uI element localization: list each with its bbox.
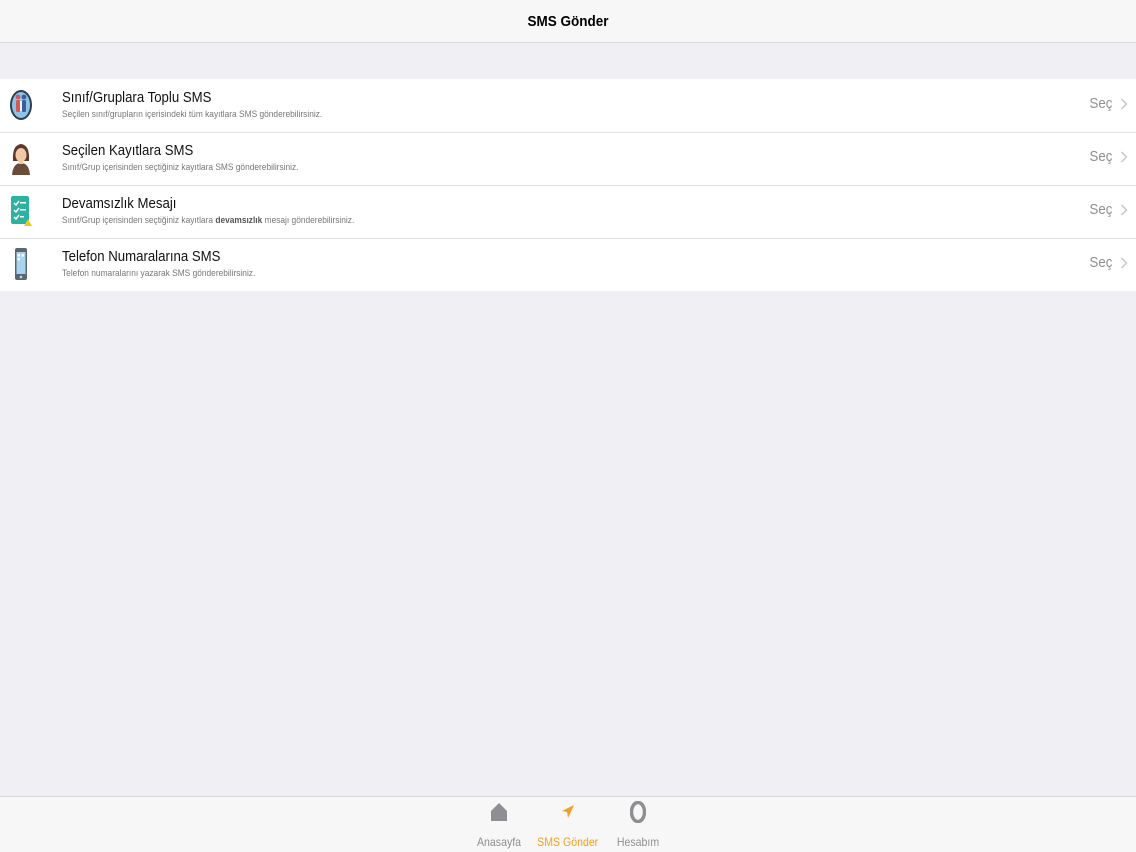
select-label: Seç — [1089, 148, 1113, 165]
home-icon — [489, 801, 509, 823]
tab-account[interactable]: Hesabım — [614, 797, 662, 852]
tab-label: SMS Gönder — [537, 835, 599, 849]
select-label: Seç — [1089, 95, 1113, 112]
list-item-group-sms[interactable]: Sınıf/Gruplara Toplu SMS Seçilen sınıf/g… — [0, 79, 1136, 132]
tab-sms-send[interactable]: SMS Gönder — [536, 797, 600, 852]
subtitle-bold-text: devamsızlık — [215, 215, 263, 226]
list-item-subtitle: Sınıf/Grup içerisinden seçtiğiniz kayıtl… — [62, 214, 902, 228]
account-icon — [628, 801, 648, 823]
chevron-right-icon — [1120, 256, 1128, 269]
subtitle-text: Sınıf/Grup içerisinden seçtiğiniz kayıtl… — [62, 215, 216, 226]
tab-bar: Anasayfa SMS Gönder Hesabım — [0, 796, 1136, 852]
tab-home[interactable]: Anasayfa — [474, 797, 524, 852]
navigation-bar: SMS Gönder — [0, 0, 1136, 43]
checklist-icon — [8, 194, 34, 228]
list-item-title: Seçilen Kayıtlara SMS — [62, 142, 194, 159]
list-item-phone-numbers-sms[interactable]: Telefon Numaralarına SMS Telefon numaral… — [0, 238, 1136, 291]
list-item-title: Devamsızlık Mesajı — [62, 195, 177, 212]
group-people-icon — [8, 88, 34, 122]
select-label: Seç — [1089, 201, 1113, 218]
select-label: Seç — [1089, 254, 1113, 271]
chevron-right-icon — [1120, 203, 1128, 216]
list-item-title: Sınıf/Gruplara Toplu SMS — [62, 89, 212, 106]
sms-options-list: Sınıf/Gruplara Toplu SMS Seçilen sınıf/g… — [0, 79, 1136, 291]
subtitle-text: mesajı gönderebilirsiniz. — [262, 215, 355, 226]
list-item-title: Telefon Numaralarına SMS — [62, 248, 221, 265]
list-item-selected-records-sms[interactable]: Seçilen Kayıtlara SMS Sınıf/Grup içerisi… — [0, 132, 1136, 185]
person-avatar-icon — [8, 141, 34, 175]
list-item-subtitle: Telefon numaralarını yazarak SMS göndere… — [62, 268, 256, 279]
send-arrow-icon — [558, 801, 578, 823]
phone-icon — [8, 247, 34, 281]
tab-label: Anasayfa — [476, 835, 522, 849]
tab-label: Hesabım — [616, 835, 660, 849]
list-item-subtitle: Sınıf/Grup içerisinden seçtiğiniz kayıtl… — [62, 162, 299, 173]
list-item-subtitle: Seçilen sınıf/grupların içerisindeki tüm… — [62, 109, 323, 120]
page-title: SMS Gönder — [527, 12, 609, 30]
chevron-right-icon — [1120, 150, 1128, 163]
chevron-right-icon — [1120, 97, 1128, 110]
list-item-absence-message[interactable]: Devamsızlık Mesajı Sınıf/Grup içerisinde… — [0, 185, 1136, 238]
